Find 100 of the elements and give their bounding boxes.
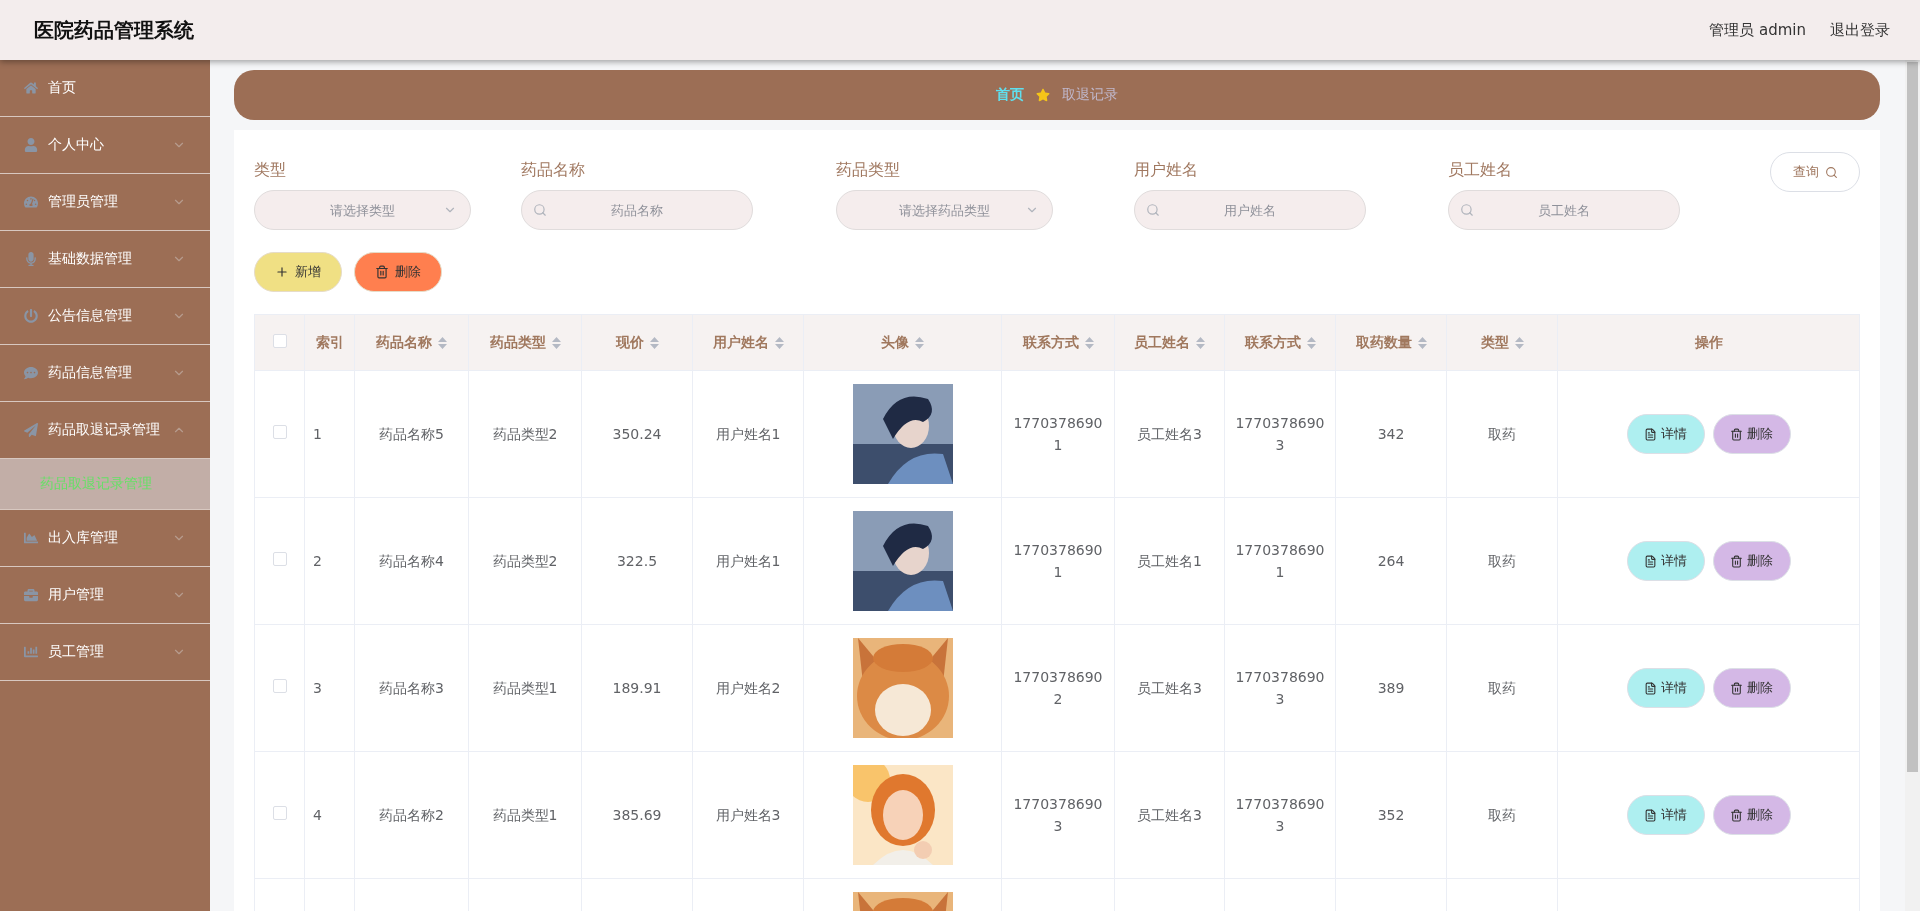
briefcase-icon bbox=[24, 588, 38, 602]
table-cell: 17703786903 bbox=[1013, 795, 1103, 834]
plus-icon bbox=[275, 265, 289, 279]
sort-icon[interactable] bbox=[551, 336, 561, 349]
search-field[interactable]: 药品名称 bbox=[521, 190, 753, 230]
filter-label: 用户姓名 bbox=[1134, 160, 1199, 181]
user-label: 管理员 admin bbox=[1709, 20, 1806, 40]
power-icon bbox=[24, 309, 38, 323]
table-cell: 用户姓名2 bbox=[715, 679, 781, 696]
detail-button[interactable]: 详情 bbox=[1626, 668, 1705, 708]
trash-icon bbox=[375, 265, 389, 279]
table-cell: 员工姓名3 bbox=[1137, 679, 1202, 696]
delete-button[interactable]: 删除 bbox=[354, 252, 442, 292]
delete-button[interactable]: 删除 bbox=[1712, 541, 1791, 581]
trash-icon bbox=[1730, 427, 1743, 441]
search-icon bbox=[1460, 203, 1474, 217]
checkbox[interactable] bbox=[272, 551, 287, 566]
table-cell: 17703786901 bbox=[1235, 541, 1325, 580]
detail-button[interactable]: 详情 bbox=[1626, 795, 1705, 835]
table-cell: 1 bbox=[313, 425, 322, 442]
sort-icon[interactable] bbox=[1084, 336, 1094, 349]
document-icon bbox=[1644, 427, 1657, 441]
app-title: 医院药品管理系统 bbox=[34, 16, 194, 44]
sort-icon[interactable] bbox=[649, 336, 659, 349]
table-cell: 药品类型2 bbox=[492, 552, 558, 569]
column-header[interactable]: 现价 bbox=[615, 333, 644, 352]
table-cell: 药品类型1 bbox=[492, 806, 558, 823]
column-header[interactable]: 药品类型 bbox=[489, 333, 546, 352]
sidebar-item[interactable]: 个人中心 bbox=[0, 117, 210, 174]
checkbox[interactable] bbox=[272, 334, 287, 348]
table-cell: 2 bbox=[313, 552, 322, 569]
delete-button[interactable]: 删除 bbox=[1712, 668, 1791, 708]
sort-icon[interactable] bbox=[774, 336, 784, 349]
microphone-icon bbox=[24, 252, 38, 266]
table-cell: 17703786902 bbox=[1013, 668, 1103, 707]
sort-icon[interactable] bbox=[1514, 336, 1524, 349]
table-cell: 342 bbox=[1377, 425, 1405, 442]
add-button[interactable]: 新增 bbox=[254, 252, 342, 292]
column-header[interactable]: 用户姓名 bbox=[712, 333, 769, 352]
sidebar-item[interactable]: 员工管理 bbox=[0, 624, 210, 681]
document-icon bbox=[1644, 554, 1657, 568]
sort-icon[interactable] bbox=[1196, 336, 1205, 349]
sidebar-item[interactable]: 基础数据管理 bbox=[0, 231, 210, 288]
sidebar-item[interactable]: 公告信息管理 bbox=[0, 288, 210, 345]
table-cell: 取药 bbox=[1488, 806, 1516, 823]
table-cell: 取药 bbox=[1488, 425, 1516, 442]
column-header[interactable]: 药品名称 bbox=[376, 333, 432, 352]
filter-label: 类型 bbox=[254, 160, 287, 181]
checkbox[interactable] bbox=[272, 805, 287, 820]
delete-button[interactable]: 删除 bbox=[1712, 414, 1791, 454]
sort-icon[interactable] bbox=[438, 336, 447, 349]
filter-label: 员工姓名 bbox=[1448, 160, 1513, 181]
table-cell: 药品名称5 bbox=[379, 425, 444, 442]
table-cell: 取药 bbox=[1488, 679, 1516, 696]
search-field[interactable]: 员工姓名 bbox=[1448, 190, 1680, 230]
delete-button[interactable]: 删除 bbox=[1712, 795, 1791, 835]
logout-link[interactable]: 退出登录 bbox=[1830, 20, 1890, 40]
checkbox[interactable] bbox=[272, 424, 287, 439]
search-icon bbox=[533, 203, 547, 217]
select-field[interactable]: 请选择类型 bbox=[254, 190, 471, 230]
trash-icon bbox=[1730, 554, 1743, 568]
sidebar-item[interactable]: 出入库管理 bbox=[0, 510, 210, 567]
paper-plane-icon bbox=[24, 423, 38, 437]
detail-button[interactable]: 详情 bbox=[1626, 541, 1705, 581]
column-header[interactable]: 头像 bbox=[881, 333, 909, 352]
sidebar-item[interactable]: 药品信息管理 bbox=[0, 345, 210, 402]
table-cell: 用户姓名3 bbox=[715, 806, 781, 823]
scrollbar[interactable] bbox=[1905, 60, 1920, 911]
sidebar-item[interactable]: 首页 bbox=[0, 60, 210, 117]
table-cell: 药品类型1 bbox=[492, 679, 558, 696]
column-header[interactable]: 联系方式 bbox=[1022, 333, 1079, 352]
detail-button[interactable]: 详情 bbox=[1626, 414, 1705, 454]
gauge-icon bbox=[24, 195, 38, 209]
query-button[interactable]: 查询 bbox=[1770, 152, 1860, 192]
column-header: 操作 bbox=[1694, 333, 1723, 352]
home-icon bbox=[24, 81, 38, 95]
table-cell: 352 bbox=[1377, 806, 1405, 823]
table-cell: 员工姓名3 bbox=[1137, 425, 1202, 442]
column-header[interactable]: 类型 bbox=[1480, 333, 1509, 352]
select-field[interactable]: 请选择药品类型 bbox=[836, 190, 1053, 230]
table-cell: 4 bbox=[313, 806, 322, 823]
area-chart-icon bbox=[24, 531, 38, 545]
search-field[interactable]: 用户姓名 bbox=[1134, 190, 1366, 230]
document-icon bbox=[1644, 681, 1657, 695]
table-cell: 385.69 bbox=[612, 806, 662, 823]
table-cell: 药品名称3 bbox=[379, 679, 444, 696]
sidebar-item[interactable]: 管理员管理 bbox=[0, 174, 210, 231]
trash-icon bbox=[1730, 808, 1743, 822]
column-header[interactable]: 员工姓名 bbox=[1134, 333, 1190, 352]
sidebar-item[interactable]: 用户管理 bbox=[0, 567, 210, 624]
table-cell: 取药 bbox=[1488, 552, 1516, 569]
sort-icon[interactable] bbox=[915, 336, 924, 349]
chat-icon bbox=[24, 366, 38, 380]
sort-icon[interactable] bbox=[1306, 336, 1316, 349]
breadcrumb-link[interactable]: 取退记录 bbox=[1062, 86, 1118, 104]
column-header[interactable]: 联系方式 bbox=[1244, 333, 1301, 352]
sort-icon[interactable] bbox=[1417, 336, 1427, 349]
column-header[interactable]: 取药数量 bbox=[1355, 333, 1412, 352]
breadcrumb-link[interactable]: 首页 bbox=[996, 86, 1024, 104]
checkbox[interactable] bbox=[272, 678, 287, 693]
